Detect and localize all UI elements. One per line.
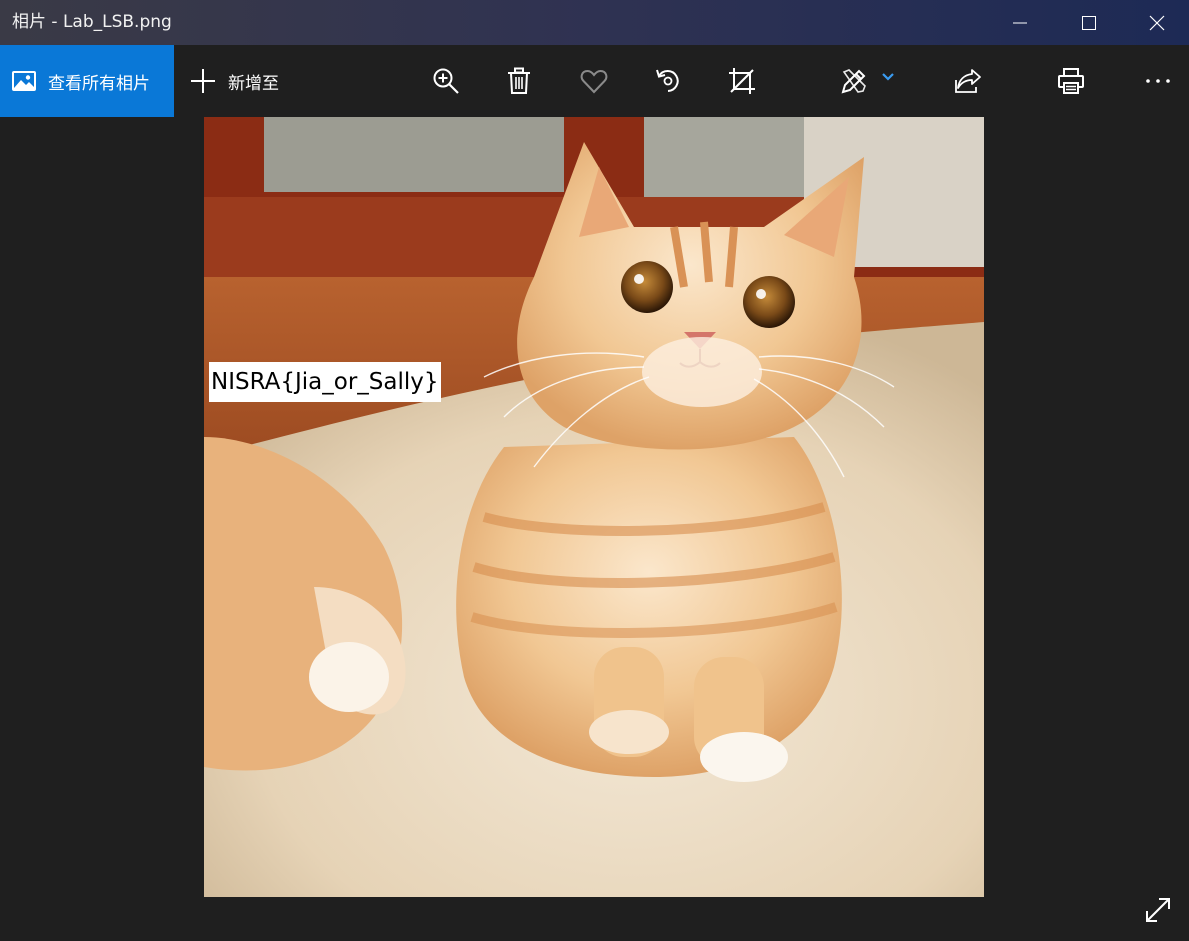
more-icon	[1146, 79, 1170, 83]
more-button[interactable]	[1140, 63, 1176, 99]
maximize-icon	[1082, 15, 1096, 30]
heart-icon	[580, 69, 608, 94]
print-icon	[1058, 68, 1084, 94]
add-to-button[interactable]: 新增至	[190, 45, 279, 117]
share-icon	[955, 69, 981, 93]
toolbar: 查看所有相片 新增至	[0, 45, 1189, 117]
image-overlay-text: NISRA{Jia_or_Sally}	[209, 362, 441, 402]
title-bar: 相片 - Lab_LSB.png	[0, 0, 1189, 45]
edit-create-button[interactable]	[836, 63, 872, 99]
edit-create-dropdown[interactable]	[878, 67, 898, 87]
favorite-button[interactable]	[576, 63, 612, 99]
share-button[interactable]	[950, 63, 986, 99]
fullscreen-icon	[1146, 898, 1170, 922]
cat-photo	[204, 117, 984, 897]
photos-app-window: 相片 - Lab_LSB.png 查看所有相片 新增至 NISRA{Jia_or…	[0, 0, 1189, 941]
chevron-down-icon	[882, 73, 894, 81]
crop-icon	[729, 68, 755, 94]
trash-icon	[508, 67, 530, 94]
delete-button[interactable]	[501, 63, 537, 99]
rotate-icon	[656, 69, 679, 92]
close-button[interactable]	[1123, 0, 1189, 45]
crop-button[interactable]	[724, 63, 760, 99]
zoom-button[interactable]	[428, 63, 464, 99]
photo-view[interactable]	[204, 117, 984, 897]
maximize-button[interactable]	[1055, 0, 1123, 45]
rotate-button[interactable]	[650, 63, 686, 99]
view-all-photos-label: 查看所有相片	[48, 73, 150, 94]
plus-icon	[191, 69, 215, 93]
fullscreen-button[interactable]	[1140, 892, 1176, 928]
zoom-in-icon	[433, 68, 459, 94]
window-title: 相片 - Lab_LSB.png	[12, 12, 172, 32]
add-to-label: 新增至	[228, 73, 279, 94]
close-icon	[1149, 15, 1165, 30]
edit-create-icon	[841, 69, 866, 94]
minimize-button[interactable]	[986, 0, 1054, 45]
minimize-icon	[1013, 22, 1027, 23]
photos-icon	[12, 71, 36, 91]
print-button[interactable]	[1053, 63, 1089, 99]
view-all-photos-button[interactable]: 查看所有相片	[0, 45, 174, 117]
